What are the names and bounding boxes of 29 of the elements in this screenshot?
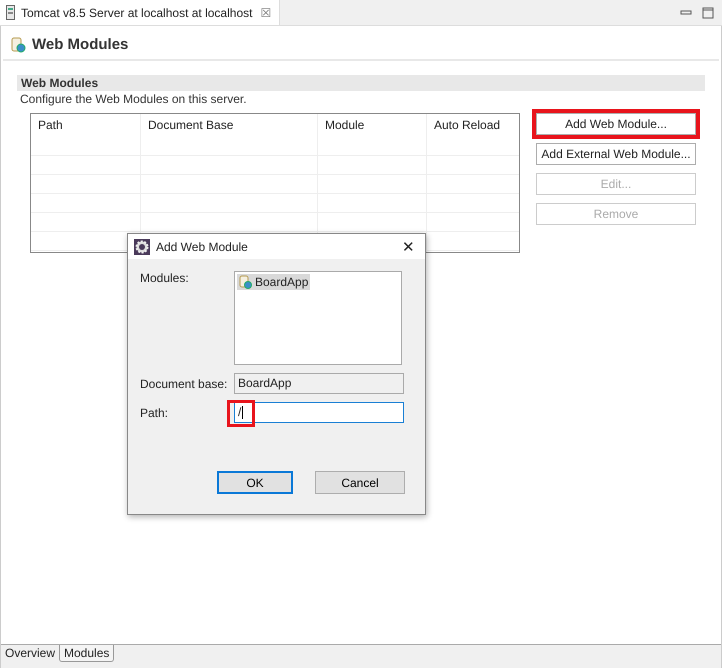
gear-icon xyxy=(134,238,150,254)
field-label: Document base: xyxy=(140,376,228,390)
dialog-button[interactable]: OK xyxy=(217,471,293,494)
document-base-field[interactable]: BoardApp xyxy=(234,373,404,394)
close-icon[interactable]: ☒ xyxy=(260,6,272,20)
page-tab[interactable]: Overview xyxy=(1,645,60,661)
column-header[interactable]: Path xyxy=(31,114,141,156)
modules-list[interactable]: BoardApp xyxy=(234,271,402,365)
column-header[interactable]: Document Base xyxy=(141,114,318,156)
field-label: Modules: xyxy=(140,271,190,285)
section-description: Configure the Web Modules on this server. xyxy=(19,91,248,107)
section-title: Web Modules xyxy=(17,75,705,91)
close-icon[interactable]: ✕ xyxy=(402,238,415,256)
path-field[interactable]: / xyxy=(234,402,404,423)
module-icon xyxy=(11,36,26,52)
maximize-icon[interactable] xyxy=(702,6,714,18)
module-icon xyxy=(239,275,252,289)
dialog-button[interactable]: Cancel xyxy=(315,471,405,494)
editor-tab-title: Tomcat v8.5 Server at localhost at localhost xyxy=(21,6,252,20)
action-button[interactable]: Add External Web Module... xyxy=(536,143,696,165)
list-item[interactable]: BoardApp xyxy=(237,274,310,290)
server-icon xyxy=(6,5,15,20)
editor-tab[interactable]: Tomcat v8.5 Server at localhost at localhost ☒ xyxy=(0,0,280,25)
page-title: Web Modules xyxy=(32,36,128,53)
page-tab[interactable]: Modules xyxy=(59,645,114,662)
column-header[interactable]: Auto Reload xyxy=(427,114,519,156)
dialog-title: Add Web Module xyxy=(156,240,248,254)
column-header[interactable]: Module xyxy=(318,114,427,156)
field-label: Path: xyxy=(140,406,170,420)
